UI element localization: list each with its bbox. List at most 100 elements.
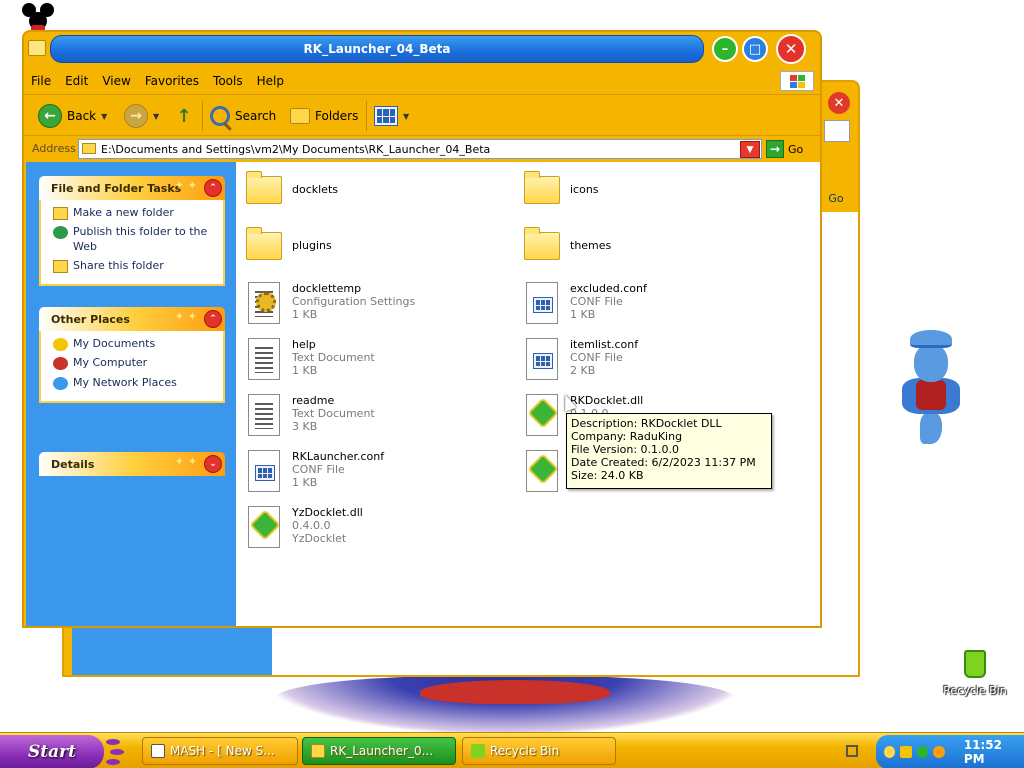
file-name: themes xyxy=(570,239,612,252)
maximize-button[interactable]: □ xyxy=(742,36,768,62)
place-my-network-places[interactable]: My Network Places xyxy=(53,376,219,390)
mickey-logo-icon xyxy=(22,3,54,33)
tray-search-icon[interactable] xyxy=(933,746,945,758)
up-button[interactable]: ↑ xyxy=(174,103,194,129)
place-my-computer[interactable]: My Computer xyxy=(53,356,219,371)
taskbar-label: RK_Launcher_0... xyxy=(330,744,434,758)
taskbar-button-recycle-bin[interactable]: Recycle Bin xyxy=(462,737,616,765)
menu-help[interactable]: Help xyxy=(250,74,291,88)
folder-icon xyxy=(246,227,282,260)
folder-icon xyxy=(246,171,282,204)
menu-file[interactable]: File xyxy=(24,74,58,88)
tray-network-icon[interactable] xyxy=(916,746,929,758)
file-type: CONF File xyxy=(292,463,345,476)
title-bar[interactable]: RK_Launcher_04_Beta – □ ✕ xyxy=(24,32,820,68)
collapse-icon[interactable]: ⌃ xyxy=(204,310,222,328)
task-share-folder[interactable]: Share this folder xyxy=(53,259,219,273)
details-panel: Details ✦ ✦ ⌄ xyxy=(39,452,225,476)
views-button[interactable]: ▼ xyxy=(374,103,409,129)
file-item-hidden-dll[interactable] xyxy=(522,448,562,494)
minimize-button[interactable]: – xyxy=(712,36,738,62)
genie-desktop-icon[interactable] xyxy=(896,330,966,446)
file-item-excluded-conf[interactable]: excluded.conf CONF File 1 KB xyxy=(522,280,647,326)
other-places-panel: Other Places ✦ ✦ ⌃ My Documents My Compu… xyxy=(39,307,225,403)
tray-shield-icon[interactable] xyxy=(900,746,912,758)
gear-icon xyxy=(256,292,276,312)
go-button[interactable]: → Go xyxy=(766,140,803,158)
address-input[interactable]: E:\Documents and Settings\vm2\My Documen… xyxy=(78,139,762,159)
place-label: My Computer xyxy=(73,356,148,370)
menu-favorites[interactable]: Favorites xyxy=(138,74,206,88)
back-arrow-icon: ← xyxy=(38,104,62,128)
folders-icon xyxy=(290,108,310,124)
file-name: help xyxy=(292,338,316,351)
task-pane: File and Folder Tasks ✦ ✦ ⌃ Make a new f… xyxy=(26,162,236,626)
panel-title: Other Places xyxy=(51,312,130,326)
file-item-yzdocklet-dll[interactable]: YzDocklet.dll 0.4.0.0 YzDocklet xyxy=(244,504,363,550)
file-item-plugins[interactable]: plugins xyxy=(244,224,332,270)
file-item-rklauncher-conf[interactable]: RKLauncher.conf CONF File 1 KB xyxy=(244,448,384,494)
task-label: Share this folder xyxy=(73,258,164,272)
language-bar-icon[interactable] xyxy=(846,745,858,757)
file-item-docklettemp[interactable]: docklettemp Configuration Settings 1 KB xyxy=(244,280,415,326)
folders-button[interactable]: Folders xyxy=(290,103,358,129)
file-item-help[interactable]: help Text Document 1 KB xyxy=(244,336,375,382)
forward-button[interactable]: → ▼ xyxy=(124,103,159,129)
menu-tools[interactable]: Tools xyxy=(206,74,250,88)
address-dropdown-icon[interactable]: ▼ xyxy=(740,141,760,158)
menu-bar: File Edit View Favorites Tools Help xyxy=(24,70,820,92)
taskbar-button-rk-launcher[interactable]: RK_Launcher_0... xyxy=(302,737,456,765)
go-label: Go xyxy=(788,142,804,156)
address-label: Address xyxy=(32,142,76,155)
tooltip-size: Size: 24.0 KB xyxy=(571,469,644,482)
file-item-itemlist-conf[interactable]: itemlist.conf CONF File 2 KB xyxy=(522,336,638,382)
my-computer-icon xyxy=(53,357,68,371)
background-window-go-button[interactable]: Go xyxy=(818,188,854,208)
forward-dropdown-icon[interactable]: ▼ xyxy=(153,112,159,121)
background-window-close-icon[interactable]: ✕ xyxy=(828,92,850,114)
back-button[interactable]: ← Back ▼ xyxy=(38,103,107,129)
standard-toolbar: ← Back ▼ → ▼ ↑ Search Folders ▼ xyxy=(24,94,820,136)
file-size: 3 KB xyxy=(292,420,318,433)
details-header[interactable]: Details ✦ ✦ ⌄ xyxy=(39,452,225,476)
wallpaper-art-red xyxy=(420,680,610,704)
conf-file-icon xyxy=(248,450,280,492)
views-dropdown-icon: ▼ xyxy=(403,111,410,121)
recycle-bin-icon xyxy=(471,744,485,758)
file-item-docklets[interactable]: docklets xyxy=(244,168,338,214)
task-label: Publish this folder to the Web xyxy=(73,225,208,253)
start-button[interactable]: Start xyxy=(0,735,104,768)
search-button[interactable]: Search xyxy=(210,103,276,129)
tooltip-company: Company: RaduKing xyxy=(571,430,683,443)
up-folder-icon: ↑ xyxy=(176,105,192,127)
file-folder-tasks-panel: File and Folder Tasks ✦ ✦ ⌃ Make a new f… xyxy=(39,176,225,287)
search-label: Search xyxy=(235,109,277,123)
place-my-documents[interactable]: My Documents xyxy=(53,337,219,351)
explorer-window: RK_Launcher_04_Beta – □ ✕ File Edit View… xyxy=(22,30,822,628)
folder-app-icon[interactable] xyxy=(28,40,46,56)
expand-icon[interactable]: ⌄ xyxy=(204,455,222,473)
file-item-themes[interactable]: themes xyxy=(522,224,611,270)
search-icon xyxy=(210,106,230,126)
panel-title: Details xyxy=(51,457,95,471)
mash-app-icon xyxy=(151,744,165,758)
menu-view[interactable]: View xyxy=(95,74,137,88)
task-make-new-folder[interactable]: Make a new folder xyxy=(53,206,219,220)
file-description: YzDocklet xyxy=(292,532,347,545)
recycle-bin-desktop-icon[interactable]: Recycle Bin xyxy=(940,650,1010,697)
file-item-icons[interactable]: icons xyxy=(522,168,599,214)
taskbar-button-mash[interactable]: MASH - [ New S... xyxy=(142,737,298,765)
back-label: Back xyxy=(67,109,97,123)
back-dropdown-icon[interactable]: ▼ xyxy=(101,112,107,121)
file-info-tooltip: Description: RKDocklet DLL Company: Radu… xyxy=(566,413,772,489)
menu-edit[interactable]: Edit xyxy=(58,74,95,88)
file-folder-tasks-header[interactable]: File and Folder Tasks ✦ ✦ ⌃ xyxy=(39,176,225,200)
go-arrow-icon: → xyxy=(766,140,784,158)
other-places-header[interactable]: Other Places ✦ ✦ ⌃ xyxy=(39,307,225,331)
tray-bird-icon[interactable] xyxy=(884,746,896,758)
clock[interactable]: 11:52 PM xyxy=(964,738,1024,766)
file-item-readme[interactable]: readme Text Document 3 KB xyxy=(244,392,375,438)
collapse-icon[interactable]: ⌃ xyxy=(204,179,222,197)
close-button[interactable]: ✕ xyxy=(776,34,806,64)
task-publish-folder[interactable]: Publish this folder to the Web xyxy=(53,225,219,254)
